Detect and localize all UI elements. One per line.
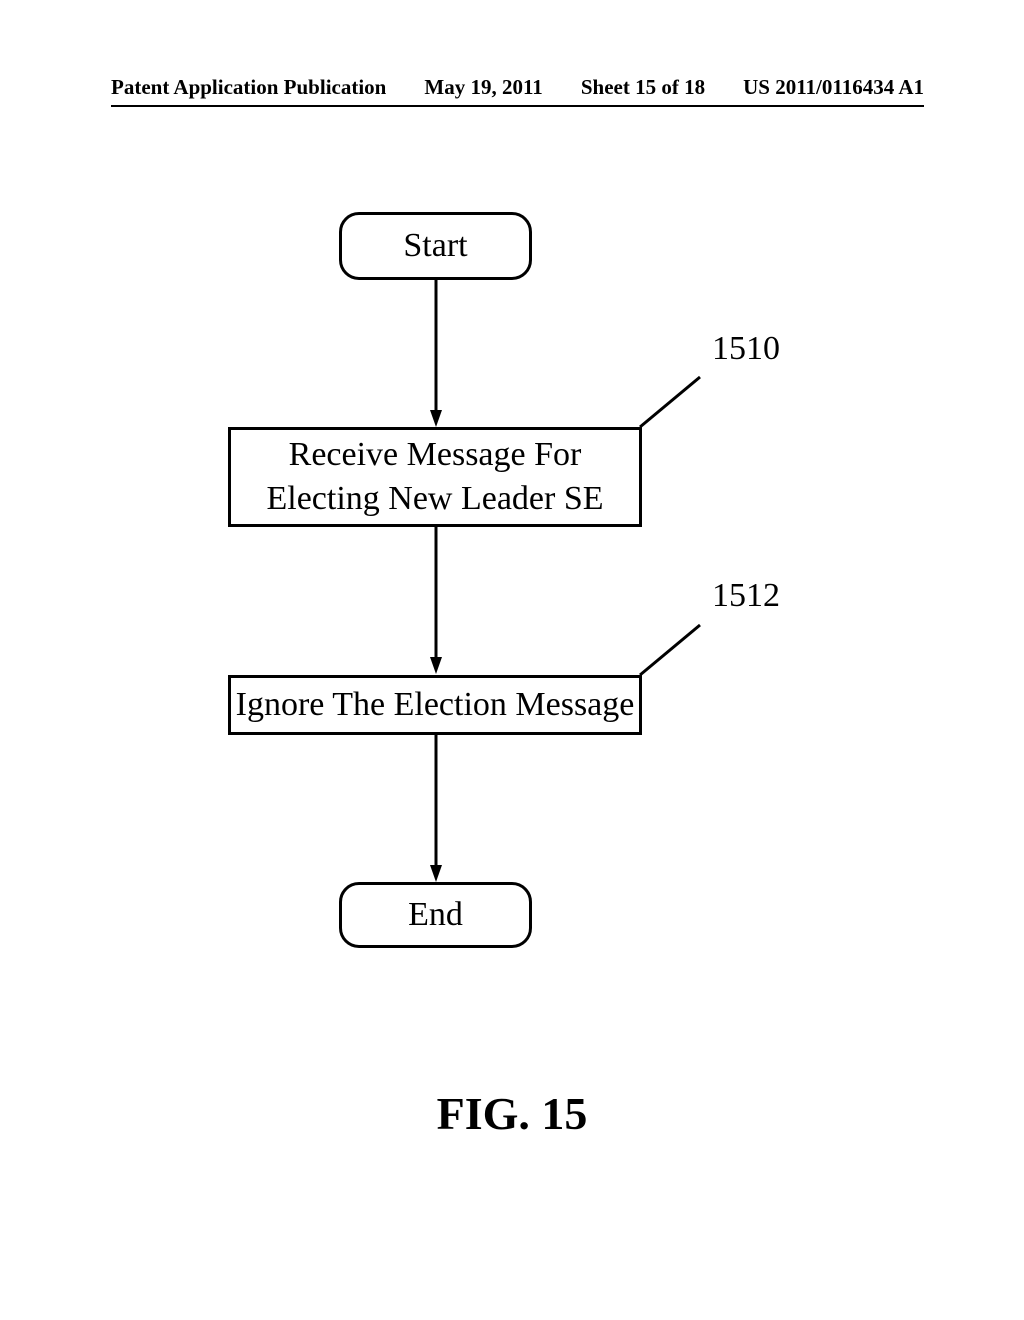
process-receive-message: Receive Message For Electing New Leader … (228, 427, 642, 527)
publication-type: Patent Application Publication (111, 75, 386, 100)
page-header: Patent Application Publication May 19, 2… (111, 75, 924, 100)
start-label: Start (403, 227, 467, 265)
process-2-label: Ignore The Election Message (236, 683, 635, 727)
arrow-1510-to-1512 (430, 527, 442, 677)
arrow-1512-to-end (430, 735, 442, 885)
reference-1512: 1512 (712, 577, 780, 615)
reference-1510: 1510 (712, 330, 780, 368)
tick-1510 (640, 377, 710, 437)
end-terminal: End (339, 882, 532, 948)
start-terminal: Start (339, 212, 532, 280)
header-rule (111, 105, 924, 107)
tick-1512 (640, 625, 710, 685)
process-1-label: Receive Message For Electing New Leader … (266, 433, 603, 521)
sheet-info: Sheet 15 of 18 (581, 75, 705, 100)
figure-label: FIG. 15 (0, 1087, 1024, 1140)
end-label: End (408, 896, 463, 934)
process-ignore-message: Ignore The Election Message (228, 675, 642, 735)
publication-date: May 19, 2011 (424, 75, 542, 100)
publication-number: US 2011/0116434 A1 (743, 75, 924, 100)
arrow-start-to-1510 (430, 280, 442, 430)
